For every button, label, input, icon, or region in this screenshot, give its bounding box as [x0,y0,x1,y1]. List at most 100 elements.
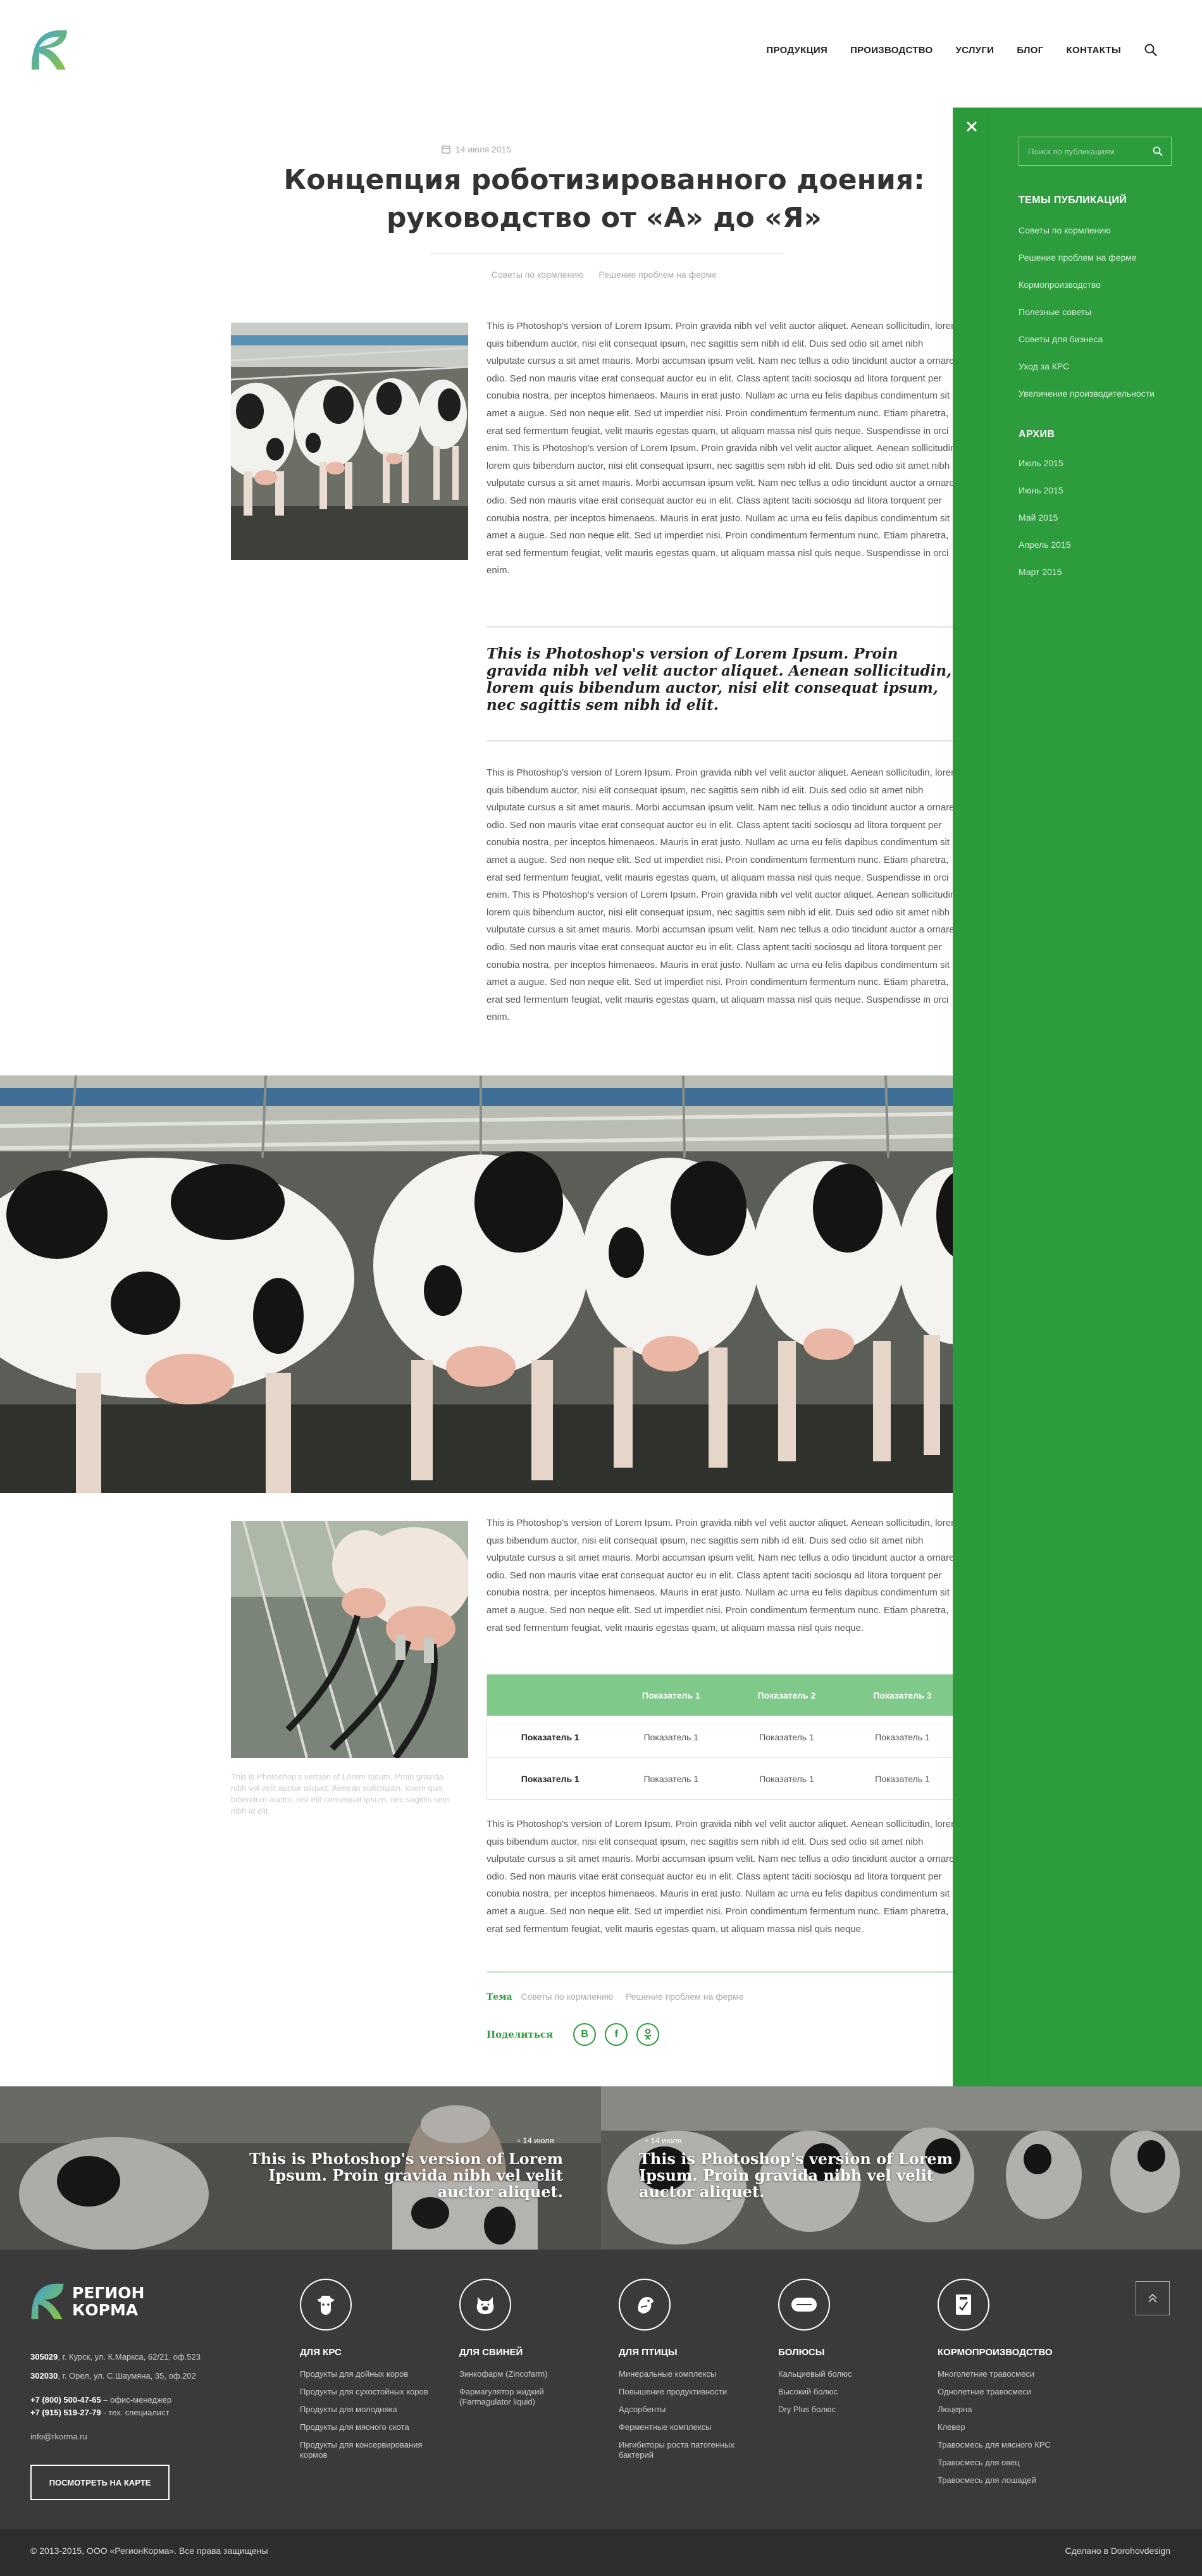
address-2: 302030, г. Орел, ул. С.Шаумяна, 35, оф.2… [30,2371,196,2381]
archive-link[interactable]: Май 2015 [1019,511,1183,538]
search-icon[interactable] [1152,146,1163,157]
footer-link[interactable]: Травосмесь для лошадей [938,2475,1070,2486]
sidebar-panel: ТЕМЫ ПУБЛИКАЦИЙ Советы по кормлению Реше… [953,108,1202,2086]
photo-caption: This is Photoshop's version of Lorem Ips… [231,1772,450,1816]
topic-link[interactable]: Советы для бизнеса [1019,333,1183,360]
article-pull-quote: This is Photoshop's version of Lorem Ips… [486,645,952,714]
footer-column-pigs: ДЛЯ СВИНЕЙ Зинкофарм (Zincofarm) Фармагу… [459,2279,592,2415]
search-icon[interactable] [1144,43,1158,57]
pig-icon [459,2279,511,2331]
table-row: Показатель 1 Показатель 1 Показатель 1 П… [486,1757,961,1800]
archive-link[interactable]: Апрель 2015 [1019,538,1183,566]
related-post[interactable]: ▫ 14 июля This is Photoshop's version of… [0,2086,601,2250]
topic-link[interactable]: Кормопроизводство [1019,278,1183,306]
phone-1: +7 (800) 500-47-65 – офис-менеджер [30,2395,172,2405]
footer-link[interactable]: Многолетние травосмеси [938,2369,1070,2379]
footer-email[interactable]: info@rkorma.ru [30,2430,239,2443]
footer-column-title: КОРМОПРОИЗВОДСТВО [938,2347,1053,2358]
developer-credit[interactable]: Сделано в Dorohovdesign [1065,2546,1170,2556]
footer-logo[interactable]: РЕГИОН КОРМА [29,2281,144,2322]
footer-link[interactable]: Продукты для молодняка [300,2405,433,2415]
related-date: ▫ 14 июля [645,2136,682,2145]
data-table: Показатель 1 Показатель 2 Показатель 3 П… [486,1674,961,1800]
footer-link[interactable]: Повышение продуктивности [619,2387,752,2397]
nav-contacts[interactable]: КОНТАКТЫ [1067,45,1121,56]
address-1: 305029, г. Курск, ул. К.Маркса, 62/21, о… [30,2352,201,2362]
article-paragraph-1: This is Photoshop's version of Lorem Ips… [486,321,959,576]
odnoklassniki-share-icon[interactable] [636,2023,660,2046]
logo-icon[interactable] [29,28,70,72]
footer-link[interactable]: Адсорбенты [619,2405,752,2415]
archive-link[interactable]: Июль 2015 [1019,457,1183,484]
nav-blog[interactable]: БЛОГ [1017,45,1043,56]
archive-link[interactable]: Март 2015 [1019,566,1183,593]
table-cell: Показатель 1 [729,1757,845,1800]
footer-link[interactable]: Продукты для консервирования кормов [300,2440,433,2460]
related-title[interactable]: This is Photoshop's version of Lorem Ips… [639,2151,968,2200]
footer-contacts: 305029, г. Курск, ул. К.Маркса, 62/21, о… [30,2351,239,2443]
footer-link[interactable]: Травосмесь для овец [938,2458,1070,2468]
footer-link[interactable]: Клевер [938,2422,1070,2432]
sidebar-search-input[interactable] [1019,137,1146,165]
footer-column-krs: ДЛЯ КРС Продукты для дойных коров Продук… [300,2279,433,2468]
topic-link[interactable]: Полезные советы [1019,306,1183,333]
table-header: Показатель 1 [613,1674,729,1716]
article-date: 14 июля 2015 [455,144,512,154]
bird-icon [619,2279,671,2331]
article-topic: Тема Советы по кормлению Решение проблем… [486,1991,754,2002]
seed-icon [938,2279,989,2331]
table-cell: Показатель 1 [486,1716,614,1758]
footer-column-title: ДЛЯ СВИНЕЙ [459,2347,523,2358]
footer-link[interactable]: Травосмесь для мясного КРС [938,2440,1070,2450]
topic-link[interactable]: Решение проблем на ферме [1019,251,1183,278]
footer-column-feed: КОРМОПРОИЗВОДСТВО Многолетние травосмеси… [938,2279,1070,2493]
tema-tag-link[interactable]: Советы по кормлению [521,1991,613,2002]
topic-link[interactable]: Уход за КРС [1019,360,1183,387]
footer-link[interactable]: Продукты для сухостойных коров [300,2387,433,2397]
topics-list: Советы по кормлению Решение проблем на ф… [1019,224,1183,414]
footer-link[interactable]: Продукты для мясного скота [300,2422,433,2432]
footer-link[interactable]: Зинкофарм (Zincofarm) [459,2369,592,2379]
footer-link[interactable]: Люцерна [938,2405,1070,2415]
related-title[interactable]: This is Photoshop's version of Lorem Ips… [240,2151,563,2200]
facebook-share-icon[interactable]: f [605,2023,628,2046]
footer-link[interactable]: Продукты для дойных коров [300,2369,433,2379]
footer-link[interactable]: Высокий болюс [778,2387,911,2397]
view-map-button[interactable]: ПОСМОТРЕТЬ НА КАРТЕ [30,2465,170,2500]
vk-share-icon[interactable]: В [573,2023,597,2046]
footer-column-title: ДЛЯ ПТИЦЫ [619,2347,678,2358]
close-icon[interactable] [964,119,979,134]
copyright-bar: © 2013-2015, ООО «РегионКорма». Все прав… [0,2529,1202,2576]
footer-link[interactable]: Фармагулятор жидкий (Farmagulator liquid… [459,2387,592,2407]
footer-link[interactable]: Минеральные комплексы [619,2369,752,2379]
table-cell: Показатель 1 [729,1716,845,1758]
tag-link[interactable]: Советы по кормлению [492,269,584,280]
footer-column-title: БОЛЮСЫ [778,2347,825,2358]
article-title: Концепция роботизированного доения: руко… [253,161,955,237]
nav-services[interactable]: УСЛУГИ [955,45,994,56]
wide-photo-cows [0,1075,991,1493]
footer-column-birds: ДЛЯ ПТИЦЫ Минеральные комплексы Повышени… [619,2279,752,2468]
table-cell: Показатель 1 [844,1716,961,1758]
nav-products[interactable]: ПРОДУКЦИЯ [766,45,827,56]
archive-link[interactable]: Июнь 2015 [1019,484,1183,511]
article-photo-milking [231,1521,468,1758]
logo-line-1: РЕГИОН [72,2284,145,2302]
tema-tag-link[interactable]: Решение проблем на ферме [626,1991,744,2002]
scroll-to-top-button[interactable] [1136,2281,1170,2315]
topic-link[interactable]: Советы по кормлению [1019,224,1183,251]
table-cell: Показатель 1 [613,1757,729,1800]
bolus-icon [778,2279,830,2331]
related-date: ▫ 14 июля [517,2136,554,2145]
tag-link[interactable]: Решение проблем на ферме [598,269,717,280]
related-post[interactable]: ▫ 14 июля This is Photoshop's version of… [601,2086,1202,2250]
topic-link[interactable]: Увеличение производительности [1019,387,1183,414]
footer-link[interactable]: Однолетние травосмеси [938,2387,1070,2397]
footer-link[interactable]: Dry Plus болюс [778,2405,911,2415]
article-paragraph-4: This is Photoshop's version of Lorem Ips… [486,1819,959,1935]
footer-link[interactable]: Кальциевый болюс [778,2369,911,2379]
nav-production[interactable]: ПРОИЗВОДСТВО [850,45,932,56]
article-title-line-2: руководство от «А» до «Я» [387,202,822,234]
footer-link[interactable]: Ингибиторы роста патогенных бактерий [619,2440,752,2460]
footer-link[interactable]: Ферментные комплексы [619,2422,752,2432]
